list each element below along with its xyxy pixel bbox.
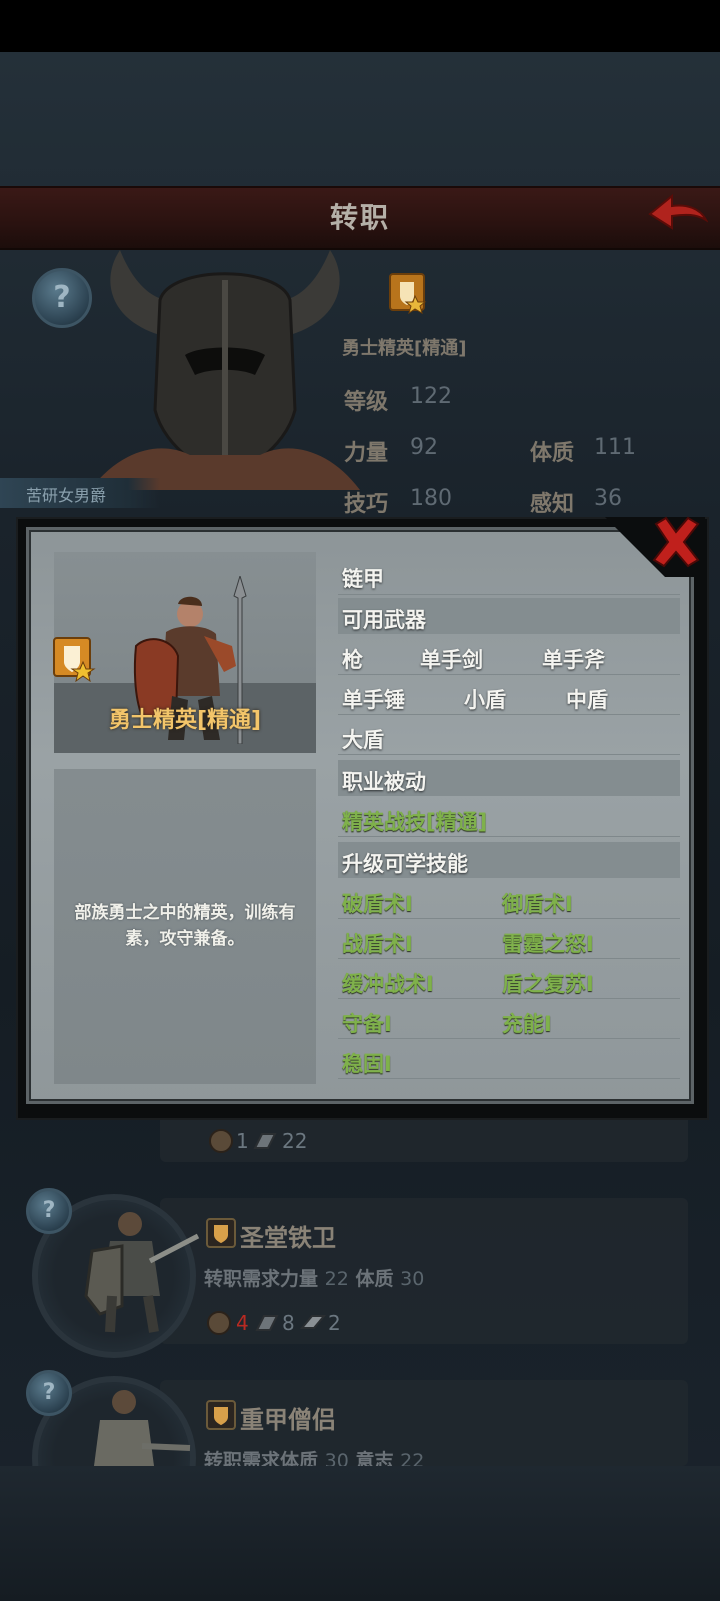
shield-class-icon <box>389 273 427 314</box>
skill-item[interactable]: 雷霆之怒I <box>502 928 594 958</box>
req-prefix: 转职需求 <box>204 1268 281 1290</box>
skill-item[interactable]: 充能I <box>502 1008 552 1038</box>
weapon-item: 单手锤 <box>342 688 405 712</box>
unit-name: 勇士精英[精通] <box>108 708 262 733</box>
bottom-bar <box>0 1466 720 1601</box>
weapon-item: 单手斧 <box>542 648 605 672</box>
close-icon[interactable] <box>648 514 704 570</box>
passive-skill[interactable]: 精英战技[精通] <box>342 806 487 836</box>
class-requirement: 转职需求力量 22 体质 30 <box>204 1264 424 1291</box>
resource-plate-icon <box>300 1315 326 1329</box>
stat-value-strength: 92 <box>410 435 438 460</box>
back-arrow-icon[interactable] <box>646 192 708 238</box>
help-icon[interactable]: ? <box>26 1188 72 1234</box>
weapon-item: 单手剑 <box>420 648 483 672</box>
skill-item[interactable]: 稳固I <box>342 1048 392 1078</box>
weapon-item: 大盾 <box>342 728 384 752</box>
armor-type: 链甲 <box>342 567 384 591</box>
divider <box>338 1078 680 1079</box>
stat-label-strength: 力量 <box>344 441 389 466</box>
divider <box>338 1038 680 1039</box>
divider <box>338 958 680 959</box>
passive-header: 职业被动 <box>342 770 426 794</box>
screen: 转职 ? 勇士精英[精通] 等级 122 力量 92 体质 111 技巧 180… <box>0 0 720 1601</box>
resource-ingot-icon <box>255 1315 279 1331</box>
class-title: 重甲僧侣 <box>240 1406 336 1434</box>
skill-item[interactable]: 战盾术I <box>342 928 413 958</box>
divider <box>338 754 680 755</box>
resource-count: 8 <box>282 1311 295 1335</box>
character-name-tag: 苦研女男爵 <box>0 478 160 508</box>
hero-portrait <box>90 250 360 490</box>
divider <box>338 998 680 999</box>
resource-count: 2 <box>328 1311 341 1335</box>
req-value: 30 <box>400 1268 425 1290</box>
heavy-monk-figure <box>94 1390 191 1466</box>
resource-coin-icon <box>209 1129 233 1153</box>
skills-header: 升级可学技能 <box>342 852 468 876</box>
resource-count-insufficient: 4 <box>236 1311 249 1335</box>
skill-item[interactable]: 破盾术I <box>342 888 413 918</box>
skill-item[interactable]: 盾之复苏I <box>502 968 594 998</box>
class-title: 圣堂铁卫 <box>240 1224 336 1252</box>
stat-value-skill: 180 <box>410 486 452 511</box>
req-label: 力量 <box>280 1268 319 1290</box>
stat-label-perception: 感知 <box>530 492 575 517</box>
weapon-item: 枪 <box>342 648 363 672</box>
help-icon[interactable]: ? <box>32 268 92 328</box>
stat-value-perception: 36 <box>594 486 622 511</box>
divider <box>338 674 680 675</box>
shield-class-icon <box>206 1400 236 1430</box>
weapon-item: 小盾 <box>464 688 506 712</box>
skill-item[interactable]: 缓冲战术I <box>342 968 434 998</box>
weapon-item: 中盾 <box>566 688 608 712</box>
templar-guard-figure <box>84 1212 200 1333</box>
stat-label-level: 等级 <box>344 390 389 415</box>
stat-label-constitution: 体质 <box>530 441 575 466</box>
stat-value-level: 122 <box>410 384 452 409</box>
divider <box>338 918 680 919</box>
status-bar <box>0 0 720 52</box>
shield-class-icon <box>206 1218 236 1248</box>
page-title: 转职 <box>329 201 390 234</box>
skill-item[interactable]: 守备I <box>342 1008 392 1038</box>
stat-label-skill: 技巧 <box>344 492 389 517</box>
stat-value-constitution: 111 <box>594 435 636 460</box>
divider <box>338 836 680 837</box>
resource-count: 1 <box>236 1129 249 1153</box>
req-value: 22 <box>324 1268 349 1290</box>
resource-count: 22 <box>282 1129 308 1153</box>
shield-class-icon <box>53 637 96 682</box>
current-class-name: 勇士精英[精通] <box>342 338 467 359</box>
divider <box>338 714 680 715</box>
skill-item[interactable]: 御盾术I <box>502 888 573 918</box>
resource-ingot-icon <box>253 1133 277 1149</box>
weapons-header: 可用武器 <box>342 608 426 632</box>
character-name: 苦研女男爵 <box>26 486 107 505</box>
unit-description: 部族勇士之中的精英，训练有素，攻守兼备。 <box>74 903 296 949</box>
divider <box>338 594 680 595</box>
help-icon[interactable]: ? <box>26 1370 72 1416</box>
req-label: 体质 <box>355 1268 394 1290</box>
resource-coin-icon <box>207 1311 231 1335</box>
